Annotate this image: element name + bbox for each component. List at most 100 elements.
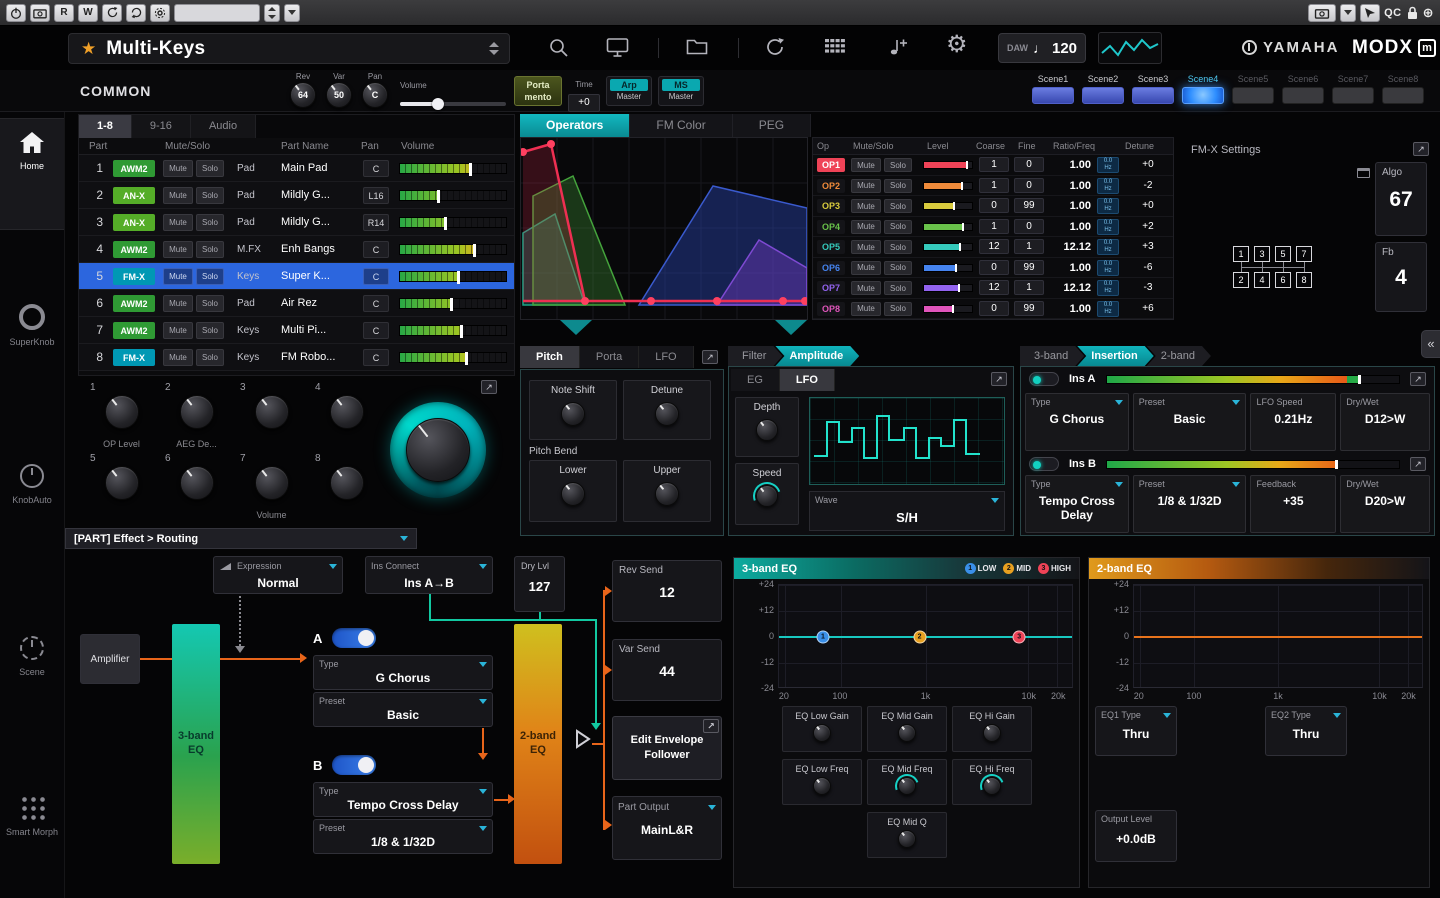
tab-fm-color[interactable]: FM Color (630, 114, 732, 137)
coarse-value[interactable]: 0 (979, 198, 1009, 213)
variation-send-knob[interactable]: Var 50 (325, 72, 353, 108)
super-knob[interactable] (390, 402, 486, 498)
part-volume-slider[interactable] (399, 298, 507, 309)
part-row[interactable]: 7 AWM2 Mute Solo Keys Multi Pi... C (79, 317, 514, 344)
coarse-value[interactable]: 12 (979, 239, 1009, 254)
algorithm-box[interactable]: Algo 67 (1375, 162, 1427, 236)
coarse-value[interactable]: 0 (979, 260, 1009, 275)
knob-dial[interactable] (330, 395, 364, 429)
operator-level-slider[interactable] (923, 305, 973, 313)
part-row[interactable]: 3 AN-X Mute Solo Pad Mildly G... R14 (79, 209, 514, 236)
solo-button[interactable]: Solo (196, 160, 224, 177)
part-row[interactable]: 1 AWM2 Mute Solo Pad Main Pad C (79, 155, 514, 182)
routing-header[interactable]: [PART] Effect > Routing (65, 528, 417, 549)
effect-field[interactable]: Preset Basic (1133, 393, 1247, 451)
part-volume-slider[interactable] (399, 271, 507, 282)
effect-field[interactable]: Preset 1/8 & 1/32D (1133, 475, 1247, 533)
keyboard-grid-icon[interactable] (824, 37, 846, 55)
part-volume-slider[interactable] (399, 163, 507, 174)
mute-button[interactable]: Mute (851, 220, 881, 234)
refresh-a-icon[interactable] (102, 4, 122, 22)
expand-icon[interactable]: ↗ (991, 372, 1007, 386)
part-row[interactable]: 4 AWM2 Mute Solo M.FX Enh Bangs C (79, 236, 514, 263)
eq3-graph[interactable]: 123 (778, 584, 1073, 688)
pan-value[interactable]: L16 (363, 187, 389, 204)
effect-field[interactable]: Dry/Wet D12>W (1340, 393, 1430, 451)
part-row[interactable]: 8 FM-X Mute Solo Keys FM Robo... C (79, 344, 514, 371)
coarse-value[interactable]: 1 (979, 178, 1009, 193)
lfo-depth-knob[interactable]: Depth (735, 397, 799, 457)
detune-knob[interactable]: Detune (623, 380, 711, 440)
eq-band-handle-3[interactable]: 3 (1013, 631, 1026, 644)
mute-button[interactable]: Mute (851, 240, 881, 254)
knob-dial[interactable] (255, 395, 289, 429)
stepper-icon[interactable] (264, 4, 280, 22)
mute-button[interactable]: Mute (163, 241, 193, 258)
ins-b-preset-select[interactable]: Preset 1/8 & 1/32D (313, 819, 493, 854)
solo-button[interactable]: Solo (884, 199, 912, 213)
fine-value[interactable]: 99 (1014, 301, 1044, 316)
knob-dial[interactable] (105, 466, 139, 500)
sidebar-item-superknob[interactable]: SuperKnob (0, 292, 64, 348)
sidebar-item-home[interactable]: Home (0, 118, 64, 230)
os-dropdown-arrow[interactable] (284, 4, 300, 22)
performance-stepper[interactable] (489, 42, 499, 55)
eq2-type-select[interactable]: EQ2 Type Thru (1265, 706, 1347, 756)
part-volume-slider[interactable] (399, 217, 507, 228)
part-row[interactable]: 5 FM-X Mute Solo Keys Super K... C (79, 263, 514, 290)
sidebar-item-smart-morph[interactable]: Smart Morph (0, 782, 64, 838)
solo-button[interactable]: Solo (196, 241, 224, 258)
eq-knob-eq-mid-q[interactable]: EQ Mid Q (867, 812, 947, 858)
solo-button[interactable]: Solo (884, 261, 912, 275)
pan-value[interactable]: C (363, 241, 389, 258)
pointer-icon[interactable] (1360, 4, 1380, 22)
assignable-knob[interactable]: 1 OP Level (84, 380, 159, 451)
ins-a-type-select[interactable]: Type G Chorus (313, 655, 493, 690)
solo-button[interactable]: Solo (884, 302, 912, 316)
fine-value[interactable]: 99 (1014, 260, 1044, 275)
solo-button[interactable]: Solo (196, 268, 224, 285)
ms-master-button[interactable]: MS Master (658, 76, 704, 106)
add-song-icon[interactable] (884, 37, 908, 57)
pan-value[interactable]: C (363, 349, 389, 366)
coarse-value[interactable]: 12 (979, 280, 1009, 295)
operator-label[interactable]: OP4 (817, 220, 845, 234)
operator-row[interactable]: OP2 Mute Solo 1 0 1.00 0.0Hz -2 (813, 176, 1173, 197)
master-volume[interactable]: Volume (400, 75, 506, 106)
mute-button[interactable]: Mute (163, 295, 193, 312)
var-send-box[interactable]: Var Send 44 (612, 639, 722, 701)
coarse-value[interactable]: 0 (979, 301, 1009, 316)
operator-row[interactable]: OP6 Mute Solo 0 99 1.00 0.0Hz -6 (813, 258, 1173, 279)
sidebar-item-scene[interactable]: Scene (0, 624, 64, 678)
operator-label[interactable]: OP3 (817, 199, 845, 213)
expand-icon[interactable]: ↗ (703, 719, 719, 733)
assignable-knob[interactable]: 4 (309, 380, 384, 451)
refresh-b-icon[interactable] (126, 4, 146, 22)
fine-value[interactable]: 0 (1014, 157, 1044, 172)
screenshot-icon[interactable] (30, 4, 50, 22)
mute-button[interactable]: Mute (163, 187, 193, 204)
note-shift-knob[interactable]: Note Shift (529, 380, 617, 440)
mute-button[interactable]: Mute (163, 322, 193, 339)
common-button[interactable]: COMMON (80, 83, 151, 99)
fine-value[interactable]: 0 (1014, 178, 1044, 193)
operator-level-slider[interactable] (923, 284, 973, 292)
assignable-knob[interactable]: 8 (309, 451, 384, 522)
eq-knob-eq-mid-freq[interactable]: EQ Mid Freq (867, 759, 947, 805)
solo-button[interactable]: Solo (884, 179, 912, 193)
operator-level-slider[interactable] (923, 243, 973, 251)
pitch-bend-lower-knob[interactable]: Lower (529, 460, 617, 522)
expand-icon[interactable]: ↗ (1410, 372, 1426, 386)
pitch-bend-upper-knob[interactable]: Upper (623, 460, 711, 522)
tab-9-16[interactable]: 9-16 (132, 115, 191, 138)
part-volume-slider[interactable] (399, 190, 507, 201)
ins-a-preset-select[interactable]: Preset Basic (313, 692, 493, 727)
mute-button[interactable]: Mute (851, 302, 881, 316)
live-set-icon[interactable] (606, 37, 629, 58)
pan-value[interactable]: C (363, 322, 389, 339)
camera-icon[interactable] (1308, 4, 1336, 22)
tab-3-band[interactable]: 3-band (1020, 346, 1084, 366)
tab-audio[interactable]: Audio (191, 115, 256, 138)
solo-button[interactable]: Solo (884, 240, 912, 254)
expand-icon[interactable]: ↗ (702, 350, 718, 364)
